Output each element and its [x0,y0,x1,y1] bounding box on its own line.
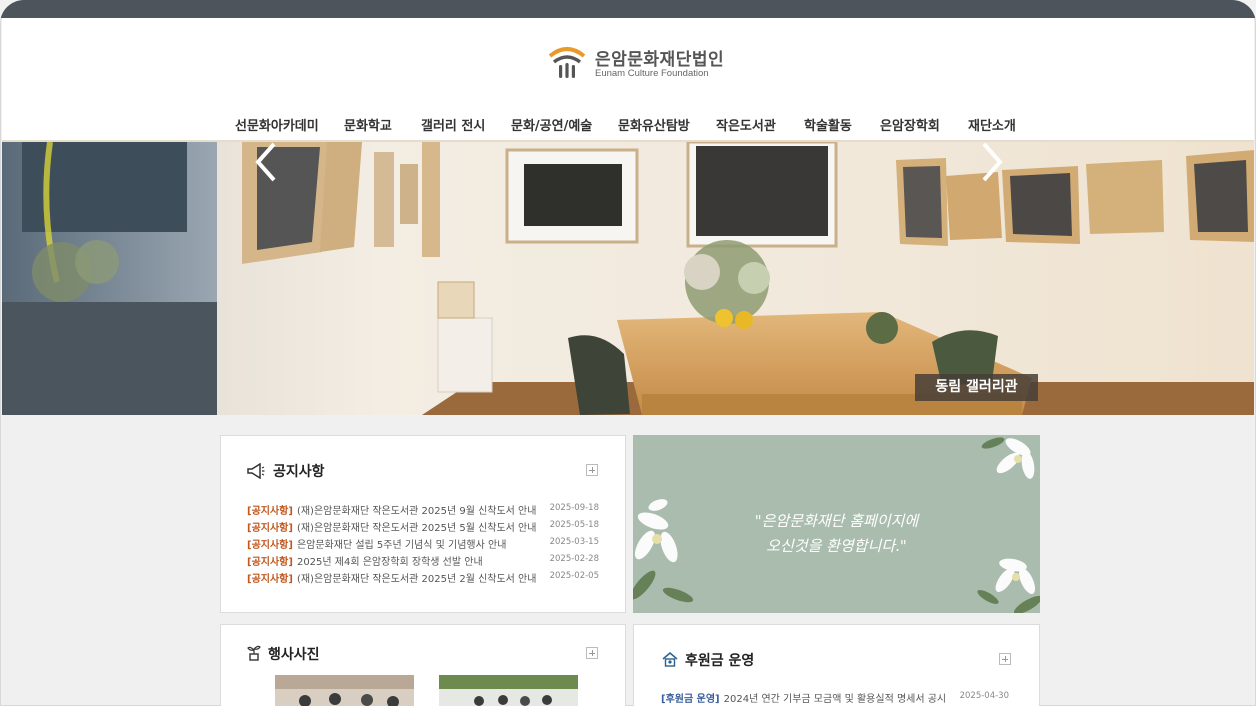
main-nav: 선문화아카데미 문화학교 갤러리 전시 문화/공연/예술 문화유산탐방 작은도서… [2,108,1254,142]
nav-item-about[interactable]: 재단소개 [968,115,1016,134]
browser-frame: 은암문화재단법인 Eunam Culture Foundation 선문화아카데… [0,0,1256,706]
notice-tag: [공지사항] [247,557,293,568]
nav-item-culture-school[interactable]: 문화학교 [344,115,392,134]
notice-tag: [공지사항] [247,574,293,585]
donation-title: 후원금 운영 [685,653,755,669]
notice-date: 2025-09-18 [549,503,599,513]
notice-more-button[interactable] [586,464,598,476]
welcome-line-1: "은암문화재단 홈페이지에 [754,512,919,530]
hero-prev-button[interactable] [252,142,280,182]
nav-item-heritage-tour[interactable]: 문화유산탐방 [618,115,690,134]
notice-item[interactable]: [공지사항] (재)은암문화재단 작은도서관 2025년 9월 신착도서 안내 2… [247,502,599,519]
logo-subtitle: Eunam Culture Foundation [595,68,709,79]
notice-item[interactable]: [공지사항] 은암문화재단 설립 5주년 기념식 및 기념행사 안내 2025-0… [247,536,599,553]
site-logo[interactable]: 은암문화재단법인 Eunam Culture Foundation [548,44,728,84]
notice-title: 공지사항 [273,464,325,480]
hero-slider: 동림 갤러리관 [2,142,1254,415]
events-panel: 행사사진 [220,624,626,706]
gallery-photo [2,142,1254,415]
donation-item[interactable]: [후원금 운영] 2024년 연간 기부금 모금액 및 활용실적 명세서 공시 2… [661,690,1009,706]
house-icon [662,652,678,667]
top-bar [0,0,1256,18]
notice-date: 2025-05-18 [549,520,599,530]
donation-panel: 후원금 운영 [후원금 운영] 2024년 연간 기부금 모금액 및 활용실적 명… [633,624,1040,706]
notice-text: (재)은암문화재단 작은도서관 2025년 2월 신착도서 안내 [296,574,537,585]
nav-item-academy[interactable]: 선문화아카데미 [235,115,319,134]
donation-more-button[interactable] [999,653,1011,665]
donation-date: 2025-04-30 [959,691,1009,701]
chevron-left-icon [255,142,276,182]
foundation-logo-icon [548,47,586,78]
notice-item[interactable]: [공지사항] 2025년 제4회 은암장학회 장학생 선발 안내 2025-02-… [247,553,599,570]
notice-panel: 공지사항 [공지사항] (재)은암문화재단 작은도서관 2025년 9월 신착도서… [220,435,626,613]
events-more-button[interactable] [586,647,598,659]
notice-item[interactable]: [공지사항] (재)은암문화재단 작은도서관 2025년 2월 신착도서 안내 2… [247,570,599,587]
welcome-banner: "은암문화재단 홈페이지에 오신것을 환영합니다." [633,435,1040,613]
notice-text: 은암문화재단 설립 5주년 기념식 및 기념행사 안내 [296,540,507,551]
nav-item-performance[interactable]: 문화/공연/예술 [511,115,592,134]
nav-item-scholarship[interactable]: 은암장학회 [880,115,940,134]
notice-text: 2025년 제4회 은암장학회 장학생 선발 안내 [296,557,483,568]
notice-tag: [공지사항] [247,506,293,517]
notice-text: (재)은암문화재단 작은도서관 2025년 5월 신착도서 안내 [296,523,537,534]
notice-date: 2025-03-15 [549,537,599,547]
event-photo[interactable] [439,675,578,706]
donation-tag: [후원금 운영] [661,694,720,705]
site-header: 은암문화재단법인 Eunam Culture Foundation [2,18,1254,109]
hero-caption: 동림 갤러리관 [915,374,1038,401]
events-title: 행사사진 [268,647,320,663]
welcome-line-2: 오신것을 환영합니다." [766,537,907,555]
notice-tag: [공지사항] [247,523,293,534]
event-photo[interactable] [275,675,414,706]
nav-item-library[interactable]: 작은도서관 [716,115,776,134]
logo-title: 은암문화재단법인 [595,50,725,70]
plant-icon [247,645,261,661]
megaphone-icon [247,463,265,479]
notice-tag: [공지사항] [247,540,293,551]
chevron-right-icon [982,142,1003,182]
notice-text: (재)은암문화재단 작은도서관 2025년 9월 신착도서 안내 [296,506,537,517]
notice-date: 2025-02-28 [549,554,599,564]
hero-next-button[interactable] [978,142,1006,182]
welcome-message: "은암문화재단 홈페이지에 오신것을 환영합니다." [633,509,1040,559]
donation-text: 2024년 연간 기부금 모금액 및 활용실적 명세서 공시 [723,694,947,705]
nav-item-academic[interactable]: 학술활동 [804,115,852,134]
notice-date: 2025-02-05 [549,571,599,581]
nav-item-gallery[interactable]: 갤러리 전시 [421,115,485,134]
notice-item[interactable]: [공지사항] (재)은암문화재단 작은도서관 2025년 5월 신착도서 안내 2… [247,519,599,536]
